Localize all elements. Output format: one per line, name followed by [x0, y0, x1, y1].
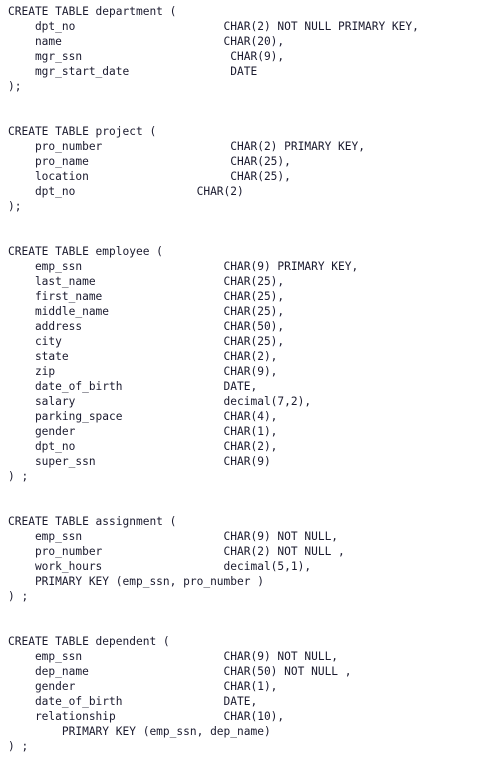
- column-definition-line: location CHAR(25),: [8, 170, 291, 183]
- create-table-statement-department: CREATE TABLE department ( dpt_no CHAR(2)…: [8, 4, 504, 94]
- statement-header-project: CREATE TABLE project (: [8, 125, 157, 138]
- column-definition-line: dep_name CHAR(50) NOT NULL ,: [8, 665, 352, 678]
- column-definition-line: emp_ssn CHAR(9) NOT NULL,: [8, 650, 339, 663]
- column-definition-line: pro_name CHAR(25),: [8, 155, 291, 168]
- statement-header-dependent: CREATE TABLE dependent (: [8, 635, 170, 648]
- statement-terminator-dependent: ) ;: [8, 740, 29, 753]
- column-definition-line: mgr_start_date DATE: [8, 65, 258, 78]
- column-definition-line: relationship CHAR(10),: [8, 710, 285, 723]
- statement-terminator-assignment: ) ;: [8, 590, 29, 603]
- statement-terminator-project: );: [8, 200, 22, 213]
- column-definition-line: PRIMARY KEY (emp_ssn, dep_name): [8, 725, 271, 738]
- column-definition-line: mgr_ssn CHAR(9),: [8, 50, 285, 63]
- column-definition-line: emp_ssn CHAR(9) PRIMARY KEY,: [8, 260, 359, 273]
- column-definition-line: emp_ssn CHAR(9) NOT NULL,: [8, 530, 339, 543]
- column-definition-line: last_name CHAR(25),: [8, 275, 285, 288]
- statement-terminator-employee: ) ;: [8, 470, 29, 483]
- column-definition-line: address CHAR(50),: [8, 320, 285, 333]
- column-definition-line: zip CHAR(9),: [8, 365, 278, 378]
- statement-terminator-department: );: [8, 80, 22, 93]
- create-table-statement-assignment: CREATE TABLE assignment ( emp_ssn CHAR(9…: [8, 514, 504, 604]
- column-definition-line: parking_space CHAR(4),: [8, 410, 278, 423]
- column-definition-line: super_ssn CHAR(9): [8, 455, 271, 468]
- sql-script-listing: CREATE TABLE department ( dpt_no CHAR(2)…: [0, 0, 504, 754]
- column-definition-line: first_name CHAR(25),: [8, 290, 285, 303]
- column-definition-line: pro_number CHAR(2) NOT NULL ,: [8, 545, 345, 558]
- column-definition-line: dpt_no CHAR(2),: [8, 440, 278, 453]
- create-table-statement-dependent: CREATE TABLE dependent ( emp_ssn CHAR(9)…: [8, 634, 504, 754]
- column-definition-line: date_of_birth DATE,: [8, 380, 258, 393]
- column-definition-line: work_hours decimal(5,1),: [8, 560, 312, 573]
- create-table-statement-project: CREATE TABLE project ( pro_number CHAR(2…: [8, 124, 504, 214]
- statement-header-assignment: CREATE TABLE assignment (: [8, 515, 177, 528]
- column-definition-line: name CHAR(20),: [8, 35, 285, 48]
- statement-header-department: CREATE TABLE department (: [8, 5, 177, 18]
- column-definition-line: PRIMARY KEY (emp_ssn, pro_number ): [8, 575, 264, 588]
- column-definition-line: middle_name CHAR(25),: [8, 305, 285, 318]
- create-table-statement-employee: CREATE TABLE employee ( emp_ssn CHAR(9) …: [8, 244, 504, 484]
- column-definition-line: gender CHAR(1),: [8, 680, 278, 693]
- column-definition-line: salary decimal(7,2),: [8, 395, 312, 408]
- column-definition-line: pro_number CHAR(2) PRIMARY KEY,: [8, 140, 365, 153]
- column-definition-line: date_of_birth DATE,: [8, 695, 258, 708]
- statement-header-employee: CREATE TABLE employee (: [8, 245, 163, 258]
- column-definition-line: city CHAR(25),: [8, 335, 285, 348]
- column-definition-line: gender CHAR(1),: [8, 425, 278, 438]
- column-definition-line: dpt_no CHAR(2): [8, 185, 244, 198]
- column-definition-line: dpt_no CHAR(2) NOT NULL PRIMARY KEY,: [8, 20, 419, 33]
- column-definition-line: state CHAR(2),: [8, 350, 278, 363]
